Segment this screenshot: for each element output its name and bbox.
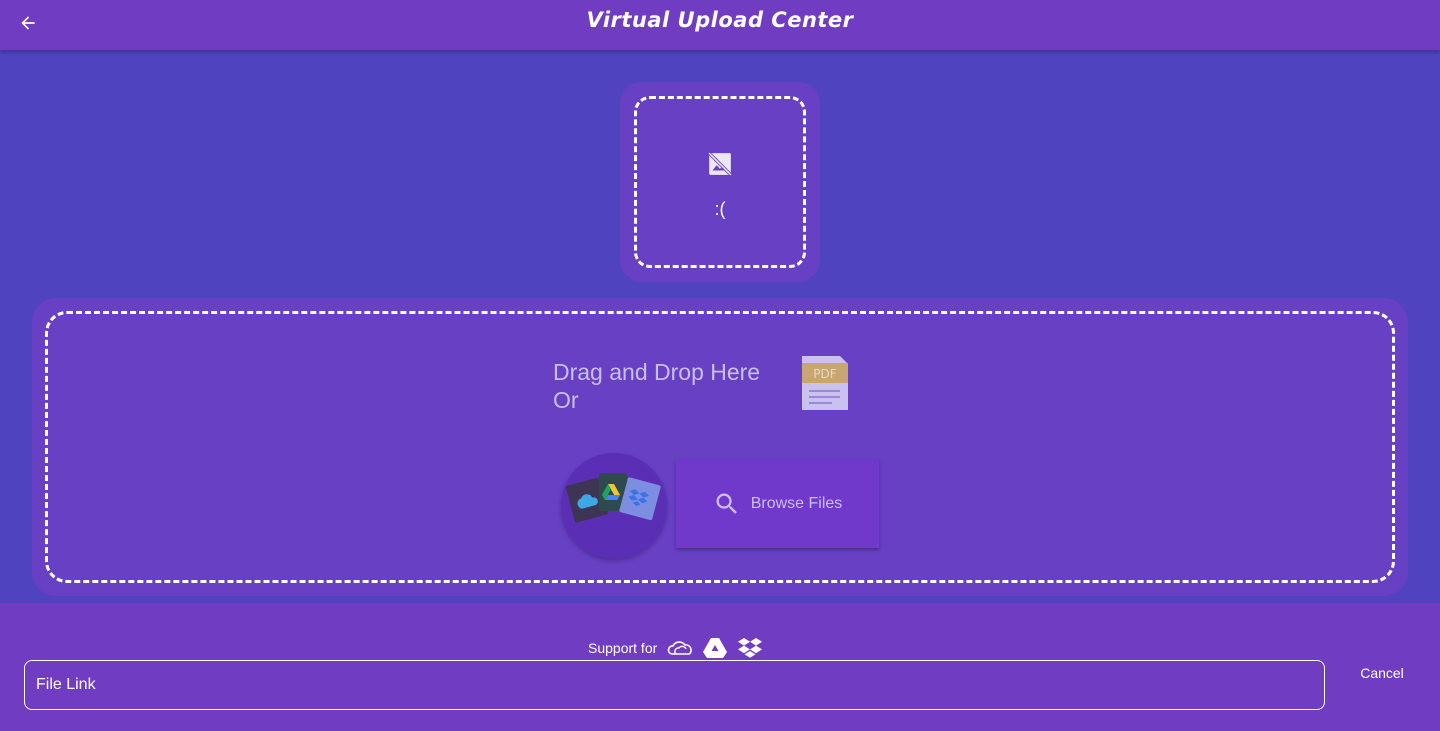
cloud-services-icon xyxy=(565,473,661,523)
google-drive-icon xyxy=(703,638,728,658)
drag-drop-text: Drag and Drop Here Or xyxy=(553,358,760,414)
search-icon xyxy=(716,493,737,514)
onedrive-icon xyxy=(667,641,693,655)
cancel-button[interactable]: Cancel xyxy=(1348,661,1416,685)
pdf-icon-label: PDF xyxy=(813,367,836,381)
file-link-input[interactable] xyxy=(24,660,1325,710)
drop-zone-panel: Drag and Drop Here Or PDF Browse Files xyxy=(32,298,1408,596)
file-preview-frame: :( xyxy=(634,96,806,268)
file-preview-panel: :( xyxy=(620,82,820,282)
app-title: Virtual Upload Center xyxy=(586,8,854,32)
dropbox-icon xyxy=(738,638,763,658)
browse-files-button[interactable]: Browse Files xyxy=(676,460,879,548)
drop-zone[interactable]: Drag and Drop Here Or PDF Browse Files xyxy=(45,311,1395,583)
image-not-supported-icon xyxy=(707,151,733,177)
support-label: Support for xyxy=(588,640,658,656)
support-row: Support for xyxy=(588,637,763,659)
preview-placeholder-text: :( xyxy=(714,199,726,219)
or-line: Or xyxy=(553,387,579,413)
drag-drop-line: Drag and Drop Here xyxy=(553,359,761,385)
app-bar: Virtual Upload Center xyxy=(0,0,1440,50)
pdf-file-icon: PDF xyxy=(802,356,848,410)
cloud-picker-button[interactable] xyxy=(561,453,667,559)
footer-bar: Support for Cancel xyxy=(0,603,1440,731)
browse-files-label: Browse Files xyxy=(750,495,843,512)
